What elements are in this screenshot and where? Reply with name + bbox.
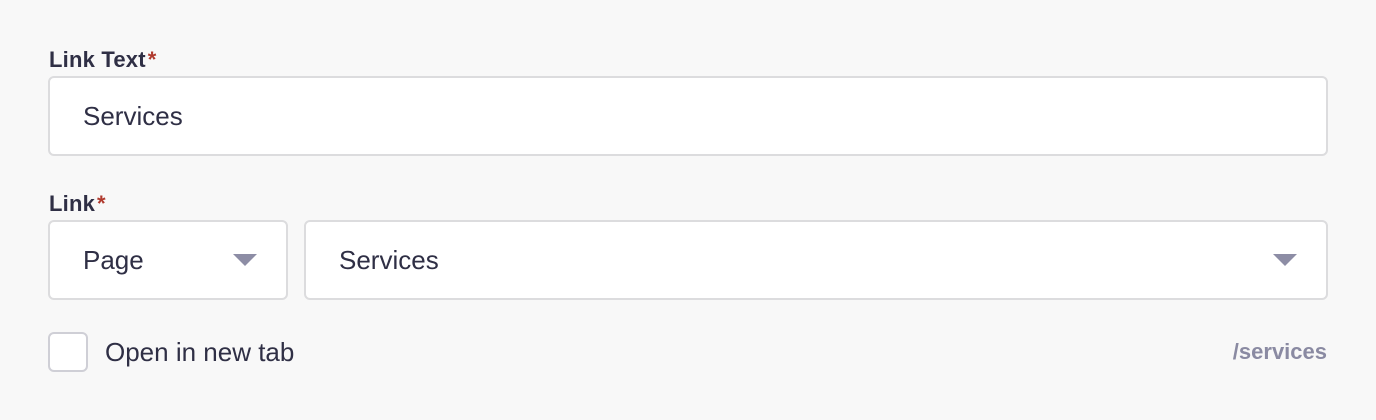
link-type-select-value: Page	[83, 244, 144, 275]
link-target-select[interactable]: Services	[304, 220, 1328, 300]
required-asterisk: *	[97, 191, 106, 216]
link-label: Link*	[49, 193, 106, 215]
chevron-down-icon	[1273, 254, 1297, 266]
link-label-text: Link	[49, 191, 96, 216]
link-editor-form: Link Text* Services Link* Page Services …	[0, 0, 1376, 420]
link-target-select-value: Services	[339, 244, 439, 275]
link-text-input-value: Services	[83, 100, 183, 131]
link-text-label: Link Text*	[49, 49, 157, 71]
link-type-select[interactable]: Page	[48, 220, 288, 300]
url-path-hint: /services	[1232, 339, 1327, 364]
open-in-new-tab-checkbox[interactable]	[48, 332, 88, 372]
link-text-input[interactable]: Services	[48, 76, 1328, 156]
open-in-new-tab-label[interactable]: Open in new tab	[105, 338, 294, 367]
chevron-down-icon	[233, 254, 257, 266]
link-text-label-text: Link Text	[49, 47, 146, 72]
required-asterisk: *	[147, 47, 157, 72]
